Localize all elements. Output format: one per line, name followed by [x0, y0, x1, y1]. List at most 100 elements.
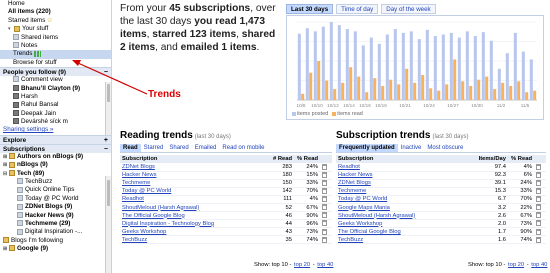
column-header-percent-read[interactable]: % Read: [508, 155, 534, 163]
subscription-link[interactable]: Hacker News: [336, 171, 472, 180]
subscription-link[interactable]: ShoutMeloud (Harsh Agrawal): [120, 203, 266, 213]
subscription-link[interactable]: Techmeme: [120, 179, 266, 188]
sidebar-item-6[interactable]: Trends: [0, 50, 111, 59]
bar-posted-10/10[interactable]: [313, 31, 317, 100]
unsubscribe-trash-icon[interactable]: [322, 228, 327, 235]
unsubscribe-trash-icon[interactable]: [322, 188, 327, 195]
unsubscribe-trash-icon[interactable]: [536, 188, 541, 195]
pager-link[interactable]: top 20: [508, 262, 524, 268]
unsubscribe-trash-icon[interactable]: [536, 179, 541, 186]
pager-link[interactable]: top 40: [531, 262, 547, 268]
sidebar-item-2[interactable]: Starred items☆: [0, 17, 111, 25]
scrollbar-thumb[interactable]: [107, 180, 110, 206]
column-header-percent-read[interactable]: % Read: [294, 155, 320, 163]
pager-link[interactable]: top 40: [317, 262, 333, 268]
bar-posted-10/19[interactable]: [385, 34, 389, 101]
subscription-item[interactable]: ⊞ nBlogs (9): [0, 161, 111, 169]
bar-read-10/19[interactable]: [389, 79, 393, 100]
scrollbar-thumb[interactable]: [107, 84, 110, 102]
subscription-link[interactable]: Google Maps Mania: [336, 203, 472, 213]
bar-read-10/22[interactable]: [413, 82, 417, 100]
bar-posted-10/17[interactable]: [369, 37, 373, 100]
unsubscribe-trash-icon[interactable]: [536, 196, 541, 203]
bar-read-10/28[interactable]: [461, 81, 465, 100]
unsubscribe-trash-icon[interactable]: [322, 220, 327, 227]
subscription-link[interactable]: Hacker News: [120, 171, 266, 180]
people-scrollbar[interactable]: [105, 82, 111, 135]
bar-read-10/13[interactable]: [341, 82, 345, 100]
bar-posted-10/31[interactable]: [481, 32, 485, 100]
bar-posted-10/24[interactable]: [425, 29, 429, 100]
person-item[interactable]: Comment view: [0, 76, 111, 84]
bar-read-10/10[interactable]: [317, 61, 321, 100]
person-item[interactable]: Devárshé sïck m: [0, 118, 111, 126]
column-header-read-count[interactable]: # Read: [266, 155, 294, 163]
reading-tab-2[interactable]: Shared: [166, 144, 191, 152]
unsubscribe-trash-icon[interactable]: [536, 236, 541, 243]
column-header-subscription[interactable]: Subscription: [120, 155, 266, 163]
sidebar-item-1[interactable]: All items (220): [0, 8, 111, 16]
bar-read-11/5[interactable]: [525, 92, 529, 100]
subscription-item[interactable]: ZDNet Blogs (9): [0, 203, 111, 211]
bar-posted-10/22[interactable]: [409, 31, 413, 100]
reading-tab-4[interactable]: Read on mobile: [219, 144, 267, 152]
bar-posted-10/15[interactable]: [353, 31, 357, 100]
bar-posted-10/20[interactable]: [393, 29, 397, 100]
unsubscribe-trash-icon[interactable]: [536, 228, 541, 235]
sidebar-item-7[interactable]: Browse for stuff: [0, 59, 111, 67]
sidebar-item-4[interactable]: Shared items: [0, 34, 111, 42]
unsubscribe-trash-icon[interactable]: [536, 163, 541, 170]
people-section-header[interactable]: People you follow (9) −: [0, 67, 111, 77]
sharing-settings-label[interactable]: Sharing settings »: [3, 126, 53, 133]
unsubscribe-trash-icon[interactable]: [322, 196, 327, 203]
subscriptions-section-header[interactable]: Subscriptions −: [0, 143, 111, 153]
unsubscribe-trash-icon[interactable]: [536, 220, 541, 227]
subscription-link[interactable]: Readhot: [120, 195, 266, 204]
bar-read-11/3[interactable]: [509, 85, 513, 100]
bar-posted-10/25[interactable]: [433, 36, 437, 100]
graph-tab-2[interactable]: Day of the week: [381, 4, 436, 14]
bar-read-10/12[interactable]: [333, 89, 337, 100]
bar-read-10/30[interactable]: [477, 79, 481, 100]
bar-read-10/17[interactable]: [373, 78, 377, 100]
subscription-link[interactable]: ZDNet Blogs: [120, 163, 266, 172]
person-item[interactable]: Harsh: [0, 93, 111, 101]
bar-read-10/27[interactable]: [453, 59, 457, 100]
unsubscribe-trash-icon[interactable]: [322, 212, 327, 219]
subscription-item[interactable]: Techmeme (29): [0, 220, 111, 228]
person-item[interactable]: Deepak Jain: [0, 110, 111, 118]
bar-read-10/9[interactable]: [309, 72, 313, 100]
bar-read-10/26[interactable]: [445, 84, 449, 100]
unsubscribe-trash-icon[interactable]: [536, 171, 541, 178]
bar-posted-11/6[interactable]: [529, 59, 533, 100]
sidebar-item-3[interactable]: ▾ Your stuff: [0, 25, 111, 33]
bar-read-10/14[interactable]: [349, 67, 353, 100]
bar-posted-11/1[interactable]: [489, 40, 493, 100]
subscription-item[interactable]: Blogs I'm following: [0, 237, 111, 245]
bar-read-10/29[interactable]: [469, 85, 473, 100]
explore-section-header[interactable]: Explore +: [0, 134, 111, 144]
subscriptions-scrollbar[interactable]: [105, 176, 111, 273]
subscription-link[interactable]: ZDNet Blogs: [336, 179, 472, 188]
unsubscribe-trash-icon[interactable]: [322, 204, 327, 211]
bar-posted-11/5[interactable]: [521, 51, 525, 100]
bar-posted-11/4[interactable]: [513, 32, 517, 100]
subscription-item[interactable]: Quick Online Tips: [0, 186, 111, 194]
unsubscribe-trash-icon[interactable]: [322, 171, 327, 178]
pager-link[interactable]: top 20: [294, 262, 310, 268]
subscription-item[interactable]: Digital Inspiration -...: [0, 228, 111, 236]
graph-tab-0[interactable]: Last 30 days: [286, 4, 334, 14]
bar-read-10/15[interactable]: [357, 76, 361, 100]
bar-read-10/8[interactable]: [301, 93, 305, 100]
bar-posted-10/18[interactable]: [377, 43, 381, 100]
subs-tab-2[interactable]: Most obscure: [424, 144, 466, 152]
subs-tab-1[interactable]: Inactive: [398, 144, 425, 152]
subscription-link[interactable]: Today @ PC World: [336, 195, 472, 204]
reading-tab-3[interactable]: Emailed: [192, 144, 220, 152]
bar-posted-10/27[interactable]: [449, 32, 453, 100]
bar-posted-10/26[interactable]: [441, 34, 445, 101]
bar-read-11/4[interactable]: [517, 81, 521, 100]
reading-tab-0[interactable]: Read: [120, 144, 141, 152]
bar-posted-10/23[interactable]: [417, 39, 421, 100]
bar-read-10/23[interactable]: [421, 75, 425, 100]
